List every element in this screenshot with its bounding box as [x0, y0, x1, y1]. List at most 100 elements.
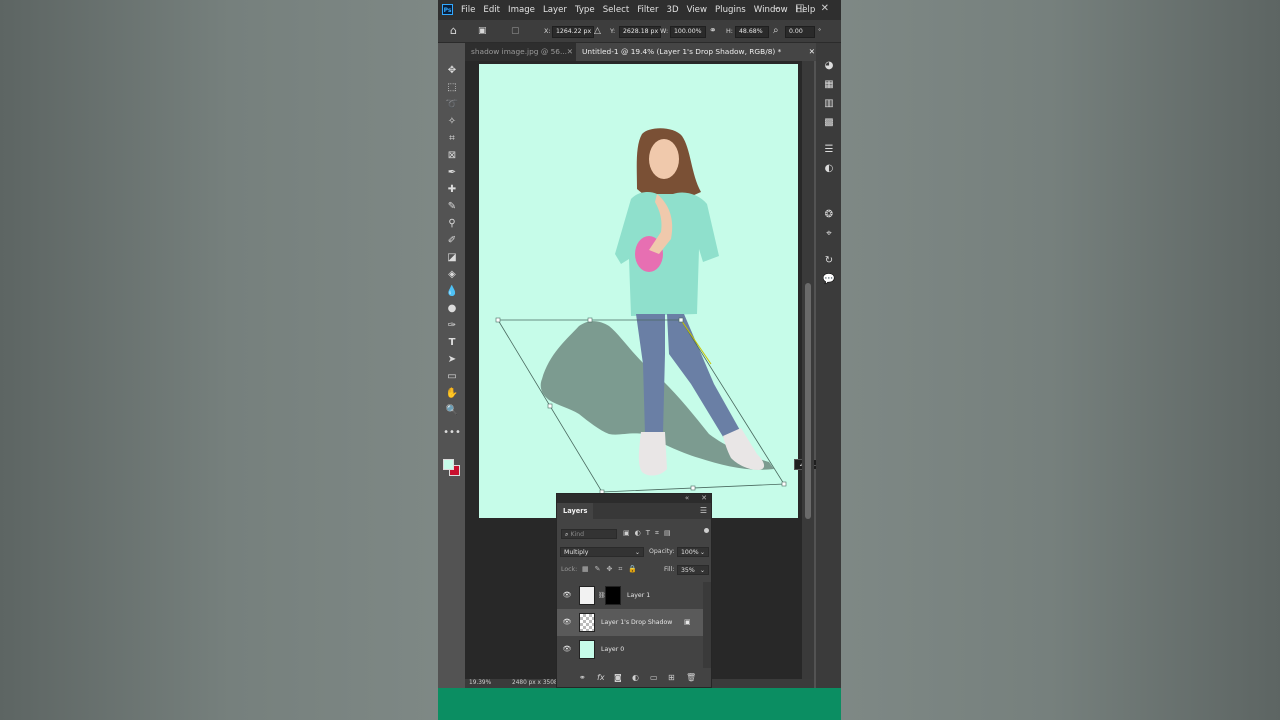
close-button[interactable]: ✕	[821, 0, 829, 20]
opacity-field[interactable]: 100% ⌄	[677, 547, 709, 557]
magic-wand-tool-icon[interactable]: ✧	[442, 114, 462, 130]
more-tools-icon[interactable]: •••	[442, 425, 462, 441]
minimize-button[interactable]: –	[774, 0, 779, 20]
menu-image[interactable]: Image	[504, 0, 539, 20]
close-panel-icon[interactable]: ✕	[701, 494, 707, 502]
collapse-panel-icon[interactable]: «	[685, 494, 689, 502]
comments-panel-icon[interactable]: 💬	[821, 273, 837, 287]
blend-mode-select[interactable]: Multiply ⌄	[560, 547, 644, 557]
menu-filter[interactable]: Filter	[633, 0, 662, 20]
type-tool-icon[interactable]: T	[442, 335, 462, 351]
photoshop-logo-icon[interactable]: Ps	[442, 4, 453, 15]
healing-brush-icon[interactable]: ✚	[442, 182, 462, 198]
menu-layer[interactable]: Layer	[539, 0, 571, 20]
history-panel-icon[interactable]: ↻	[821, 254, 837, 268]
frame-tool-icon[interactable]: ⊠	[442, 148, 462, 164]
panel-menu-icon[interactable]: ☰	[700, 506, 707, 515]
rotation-angle-field[interactable]: 0.00	[785, 26, 815, 38]
menu-plugins[interactable]: Plugins	[711, 0, 750, 20]
layer-mask-thumbnail[interactable]	[605, 586, 621, 605]
eraser-tool-icon[interactable]: ◪	[442, 250, 462, 266]
crop-tool-icon[interactable]: ⌗	[442, 131, 462, 147]
reference-point-icon[interactable]: ▣	[478, 20, 487, 42]
add-mask-icon[interactable]: ◙	[614, 673, 622, 682]
window-controls: – □ ✕	[774, 0, 829, 20]
fx-icon[interactable]: fx	[597, 673, 605, 682]
scrollbar-thumb[interactable]	[805, 283, 811, 519]
left-shoe-shape	[638, 432, 667, 476]
close-tab-icon[interactable]: ✕	[567, 43, 573, 61]
menu-type[interactable]: Type	[571, 0, 599, 20]
path-selection-icon[interactable]: ➤	[442, 352, 462, 368]
menu-select[interactable]: Select	[599, 0, 634, 20]
menu-edit[interactable]: Edit	[479, 0, 504, 20]
layers-tab[interactable]: Layers	[557, 503, 594, 519]
tab-untitled-1[interactable]: Untitled-1 @ 19.4% (Layer 1's Drop Shado…	[576, 43, 821, 61]
home-icon[interactable]: ⌂	[450, 20, 457, 42]
panel-header: «✕	[557, 494, 711, 503]
layer-filter-field[interactable]: ⌕ Kind	[561, 529, 617, 539]
link-icon[interactable]: ⚭	[709, 20, 717, 42]
patterns-panel-icon[interactable]: ▩	[821, 116, 837, 130]
filter-type-icons[interactable]: ▣◐T⌗▤	[623, 529, 676, 538]
menu-file[interactable]: File	[457, 0, 479, 20]
width-field[interactable]: 100.00%	[670, 26, 706, 38]
chevron-down-icon: ⌄	[699, 567, 705, 574]
color-panel-icon[interactable]: ◕	[821, 59, 837, 73]
pen-tool-icon[interactable]: ✑	[442, 318, 462, 334]
lock-icons[interactable]: ▦✎✥⌗🔒	[582, 565, 643, 574]
new-group-icon[interactable]: ▭	[650, 673, 658, 682]
properties-panel-icon[interactable]: ☰	[821, 143, 837, 157]
menu-3d[interactable]: 3D	[663, 0, 683, 20]
tab-label: Untitled-1 @ 19.4% (Layer 1's Drop Shado…	[582, 47, 782, 56]
layer-row-drop-shadow[interactable]: 👁 Layer 1's Drop Shadow ▣	[557, 609, 703, 636]
hand-tool-icon[interactable]: ✋	[442, 386, 462, 402]
swatches-panel-icon[interactable]: ▦	[821, 78, 837, 92]
close-tab-icon[interactable]: ✕	[809, 43, 815, 61]
history-brush-icon[interactable]: ✐	[442, 233, 462, 249]
eyedropper-tool-icon[interactable]: ✒	[442, 165, 462, 181]
visibility-eye-icon[interactable]: 👁	[562, 591, 572, 599]
y-position-field[interactable]: 2628.18 px	[619, 26, 661, 38]
blend-mode-value: Multiply	[564, 549, 589, 556]
paint-bucket-icon[interactable]: ◈	[442, 267, 462, 283]
marquee-tool-icon[interactable]: ⬚	[442, 80, 462, 96]
height-field[interactable]: 48.68%	[735, 26, 769, 38]
rectangle-tool-icon[interactable]: ▭	[442, 369, 462, 385]
relative-position-icon[interactable]: △	[594, 20, 601, 42]
x-label: X:	[544, 27, 551, 35]
layer-row-layer-1[interactable]: 👁 ⛓ Layer 1	[557, 582, 703, 609]
fill-field[interactable]: 35% ⌄	[677, 565, 709, 575]
tab-shadow-image[interactable]: shadow image.jpg @ 56... ✕	[465, 43, 579, 61]
smart-object-icon: ▣	[684, 618, 691, 626]
dodge-tool-icon[interactable]: ●	[442, 301, 462, 317]
maximize-button[interactable]: □	[795, 0, 804, 20]
move-tool-icon[interactable]: ✥	[442, 63, 462, 79]
new-layer-icon[interactable]: ⊞	[668, 673, 675, 682]
clone-stamp-icon[interactable]: ⚲	[442, 216, 462, 232]
visibility-eye-icon[interactable]: 👁	[562, 618, 572, 626]
menu-view[interactable]: View	[683, 0, 711, 20]
paths-panel-icon[interactable]: ⌖	[821, 227, 837, 241]
vertical-scrollbar[interactable]	[802, 61, 814, 679]
adjustment-layer-icon[interactable]: ◐	[632, 673, 639, 682]
reference-toggle-icon[interactable]: ▢	[511, 20, 520, 42]
canvas[interactable]	[479, 64, 798, 518]
lasso-tool-icon[interactable]: ➰	[442, 97, 462, 113]
link-layers-icon[interactable]: ⚭	[579, 673, 586, 682]
layer-row-layer-0[interactable]: 👁 Layer 0	[557, 636, 703, 663]
opacity-label: Opacity:	[649, 548, 675, 555]
x-position-field[interactable]: 1264.22 px	[552, 26, 594, 38]
visibility-eye-icon[interactable]: 👁	[562, 645, 572, 653]
blur-tool-icon[interactable]: 💧	[442, 284, 462, 300]
delete-layer-icon[interactable]: 🗑	[686, 673, 696, 682]
adjustments-panel-icon[interactable]: ◐	[821, 162, 837, 176]
layers-scrollbar[interactable]	[703, 582, 711, 668]
filter-toggle-icon[interactable]	[704, 528, 709, 533]
zoom-tool-icon[interactable]: 🔍	[442, 403, 462, 419]
channels-panel-icon[interactable]: ❂	[821, 208, 837, 222]
foreground-color-swatch[interactable]	[443, 459, 454, 470]
zoom-level[interactable]: 19.39%	[469, 679, 491, 688]
brush-tool-icon[interactable]: ✎	[442, 199, 462, 215]
gradients-panel-icon[interactable]: ▥	[821, 97, 837, 111]
